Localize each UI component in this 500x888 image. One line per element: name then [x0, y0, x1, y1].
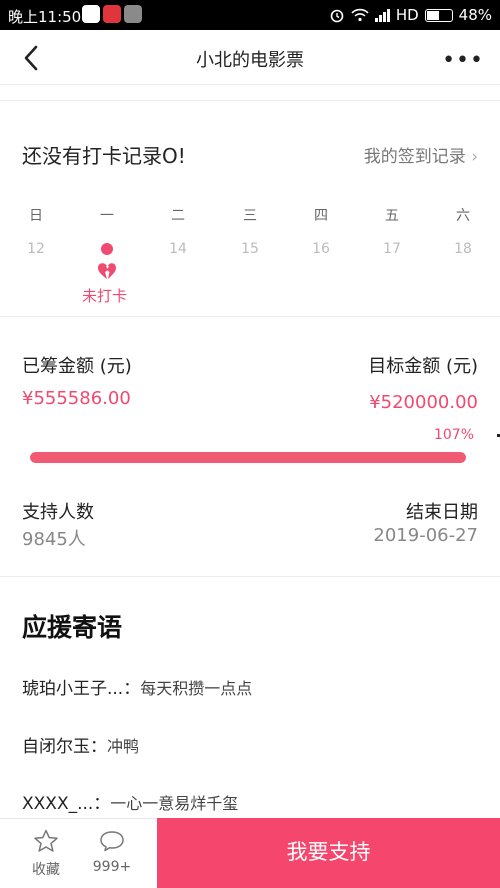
notification-icons	[82, 5, 142, 23]
message-user[interactable]: 琥珀小王子...：	[22, 679, 140, 699]
weekday-label: 日	[29, 208, 43, 224]
wifi-icon	[351, 8, 369, 22]
missed-checkin-label: 未打卡	[82, 287, 128, 305]
date-label: 12	[27, 241, 45, 257]
favorite-button[interactable]: 收藏	[16, 829, 76, 879]
day-column: 三 15	[230, 205, 270, 258]
support-messages-title: 应援寄语	[22, 613, 123, 642]
qq-icon	[82, 5, 100, 23]
target-amount-value: ¥520000.00	[369, 392, 478, 413]
backers-label: 支持人数	[22, 502, 94, 523]
support-button[interactable]: 我要支持	[157, 818, 500, 888]
comments-count: 999+	[92, 859, 132, 875]
notification-icon	[103, 5, 121, 23]
weekday-label: 二	[171, 208, 185, 224]
target-amount-label: 目标金额 (元)	[368, 356, 478, 377]
page-title: 小北的电影票	[196, 50, 304, 71]
raised-amount-label: 已筹金额 (元)	[22, 356, 132, 377]
comment-icon	[100, 831, 124, 852]
message-user[interactable]: XXXX_...：	[22, 794, 110, 814]
divider	[0, 576, 500, 577]
funding-progress-fill	[30, 452, 466, 463]
more-button[interactable]: •••	[442, 48, 484, 73]
progress-percent: 107%	[433, 427, 474, 443]
day-column: 四 16	[301, 205, 341, 258]
day-column: 日 12	[16, 205, 56, 258]
status-bar: 晚上11:50 HD 48%	[0, 0, 500, 30]
weekday-label: 六	[456, 208, 470, 224]
message-item: 自闭尔玉：冲鸭	[22, 732, 139, 757]
date-label: 16	[312, 241, 330, 257]
status-right: HD 48%	[329, 6, 492, 24]
weekday-label: 三	[243, 208, 257, 224]
network-type: HD	[395, 6, 419, 24]
raised-amount-value: ¥555586.00	[22, 388, 131, 409]
message-user[interactable]: 自闭尔玉：	[22, 737, 107, 757]
battery-icon	[424, 8, 453, 22]
checkin-title: 还没有打卡记录O!	[22, 144, 186, 168]
divider	[0, 316, 500, 317]
end-date-label: 结束日期	[406, 502, 478, 523]
date-label: 18	[454, 241, 472, 257]
weekday-label: 四	[314, 208, 328, 224]
message-icon	[124, 5, 142, 23]
funding-progress-bar	[30, 452, 466, 463]
message-text: 每天积攒一点点	[140, 679, 253, 698]
favorite-label: 收藏	[32, 862, 60, 878]
date-label: 14	[169, 241, 187, 257]
signal-icon	[374, 8, 390, 22]
status-time: 晚上11:50	[8, 8, 82, 26]
weekday-label: 一	[100, 208, 114, 224]
battery-percent: 48%	[458, 6, 492, 24]
checkin-record-link[interactable]: 我的签到记录 ›	[364, 142, 478, 167]
day-column: 二 14	[158, 205, 198, 258]
day-column: 五 17	[372, 205, 412, 258]
message-item: 琥珀小王子...：每天积攒一点点	[22, 674, 252, 699]
chevron-right-icon: ›	[471, 147, 478, 167]
alarm-icon	[330, 9, 344, 23]
end-date-value: 2019-06-27	[373, 525, 478, 546]
star-icon	[34, 829, 58, 852]
comments-button[interactable]: 999+	[82, 829, 142, 875]
day-column: 六 18	[443, 205, 483, 258]
message-text: 冲鸭	[107, 737, 140, 756]
message-item: XXXX_...：一心一意易烊千玺	[22, 789, 238, 814]
nav-header: 小北的电影票 •••	[0, 30, 500, 85]
today-dot	[101, 243, 113, 255]
divider	[0, 100, 500, 101]
day-column-today[interactable]: 一	[87, 205, 127, 258]
date-label: 17	[383, 241, 401, 257]
date-label: 15	[241, 241, 259, 257]
message-text: 一心一意易烊千玺	[110, 794, 239, 813]
broken-heart-icon	[98, 263, 116, 279]
weekday-label: 五	[385, 208, 399, 224]
checkin-record-label: 我的签到记录	[363, 147, 466, 167]
backers-value: 9845人	[22, 529, 86, 550]
